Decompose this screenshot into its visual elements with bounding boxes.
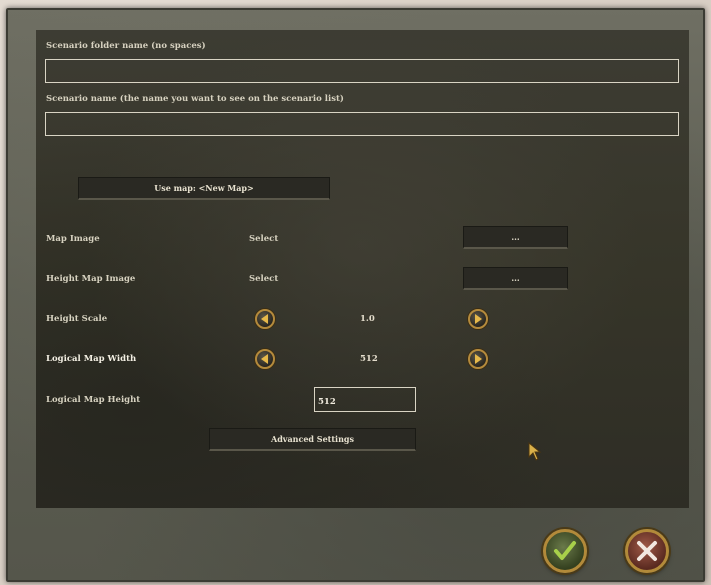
use-map-button[interactable]: Use map: <New Map> [78,177,330,200]
scenario-name-input[interactable] [45,112,679,136]
map-image-label: Map Image [46,234,100,244]
height-map-browse-button[interactable]: ... [463,267,568,290]
cancel-button[interactable] [625,529,669,573]
logical-width-value: 512 [360,354,378,364]
height-scale-decrement-button[interactable] [255,309,275,329]
logical-width-increment-button[interactable] [468,349,488,369]
mouse-cursor-icon [528,442,542,461]
height-scale-increment-button[interactable] [468,309,488,329]
map-image-status: Select [249,234,279,244]
logical-height-label: Logical Map Height [46,395,141,405]
left-arrow-icon [261,354,268,364]
right-arrow-icon [475,354,482,364]
scenario-name-label: Scenario name (the name you want to see … [46,94,344,104]
folder-name-label: Scenario folder name (no spaces) [46,41,206,51]
confirm-button[interactable] [543,529,587,573]
height-map-image-label: Height Map Image [46,274,136,284]
map-image-browse-button[interactable]: ... [463,226,568,249]
checkmark-icon [554,541,576,560]
height-scale-label: Height Scale [46,314,108,324]
left-arrow-icon [261,314,268,324]
right-arrow-icon [475,314,482,324]
advanced-settings-button[interactable]: Advanced Settings [209,428,416,451]
x-icon [637,541,657,561]
logical-height-input[interactable]: 512 [314,387,416,412]
height-scale-value: 1.0 [360,314,375,324]
height-map-image-status: Select [249,274,279,284]
folder-name-input[interactable] [45,59,679,83]
logical-width-decrement-button[interactable] [255,349,275,369]
logical-width-label: Logical Map Width [46,354,137,364]
